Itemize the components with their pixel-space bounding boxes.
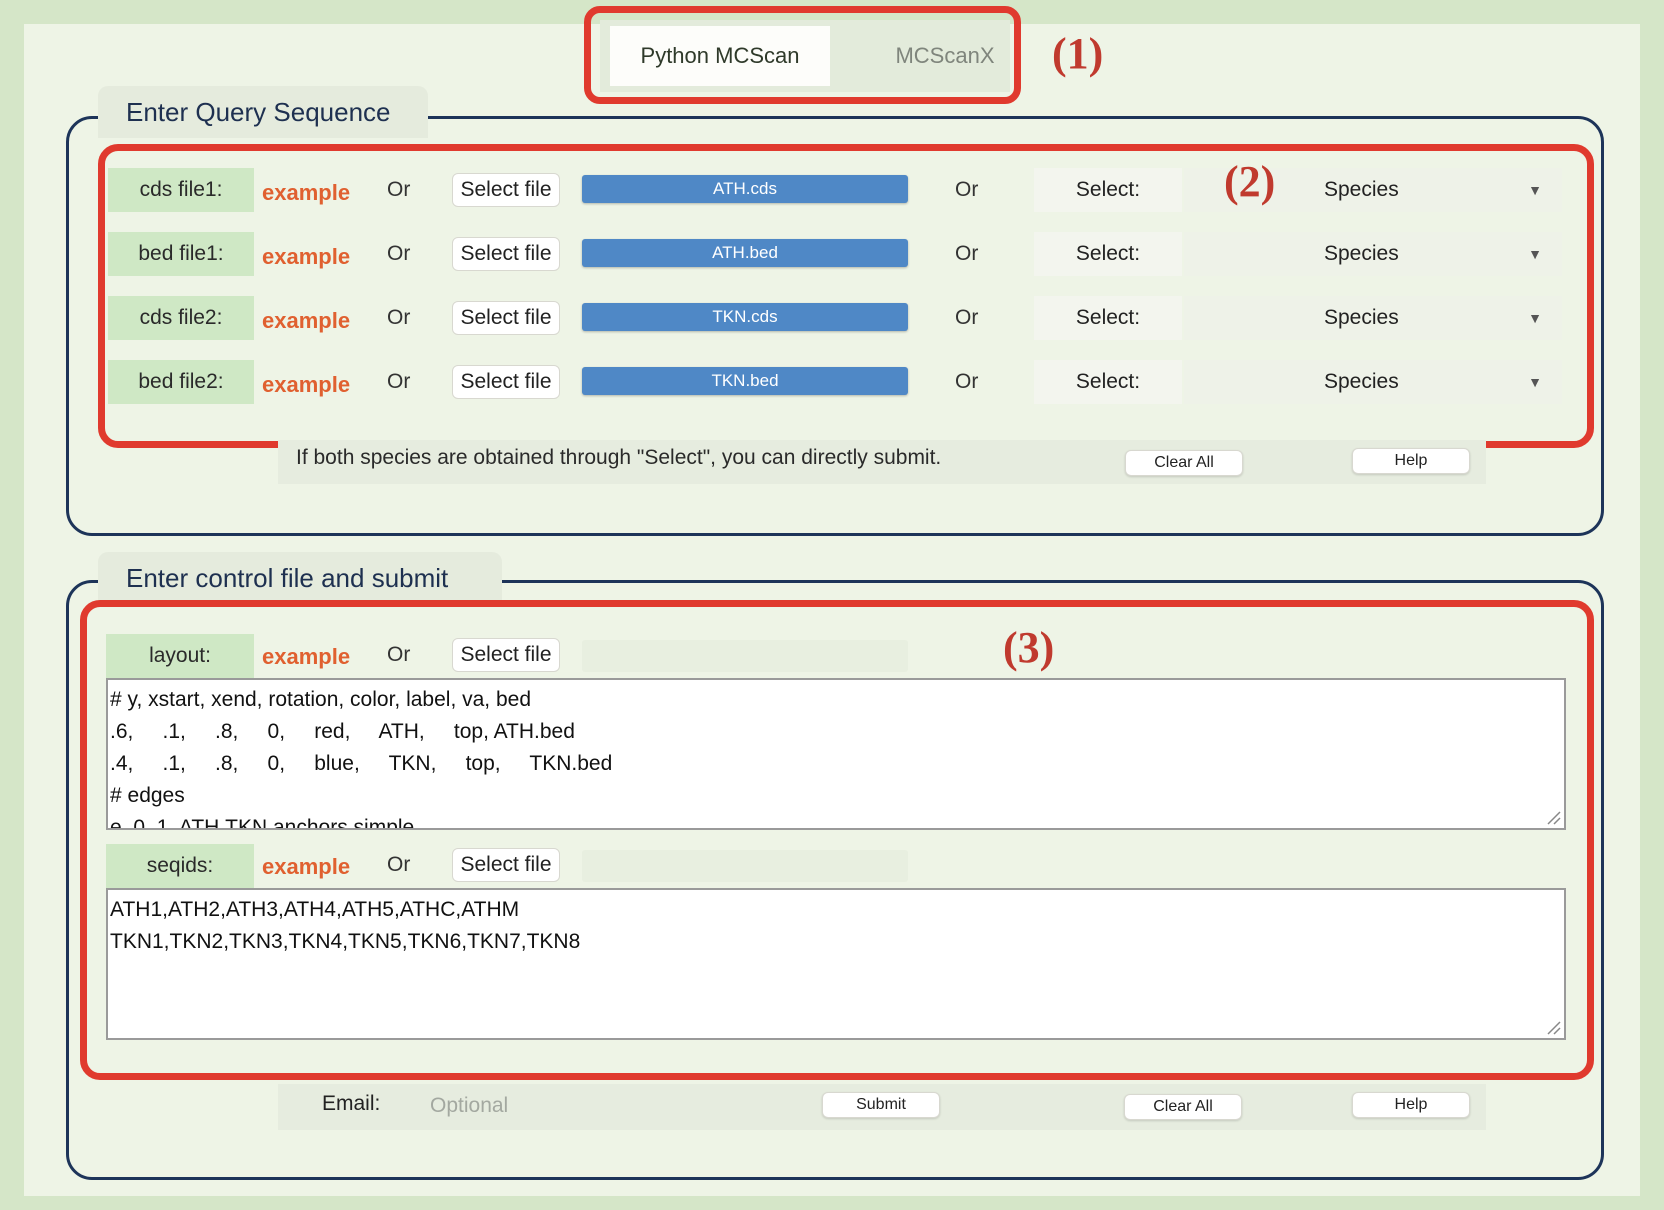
highlight-box-1 xyxy=(584,6,1021,104)
email-label: Email: xyxy=(322,1092,381,1115)
query-clear-all-button[interactable]: Clear All xyxy=(1125,450,1243,476)
control-help-button[interactable]: Help xyxy=(1352,1092,1470,1118)
control-legend: Enter control file and submit xyxy=(98,552,502,604)
control-clear-all-button[interactable]: Clear All xyxy=(1124,1094,1242,1120)
annotation-1: (1) xyxy=(1052,29,1104,78)
highlight-box-2 xyxy=(98,144,1594,448)
query-legend: Enter Query Sequence xyxy=(98,86,428,138)
query-help-button[interactable]: Help xyxy=(1352,448,1470,474)
annotation-2: (2) xyxy=(1224,157,1276,206)
annotation-3: (3) xyxy=(1003,623,1055,672)
query-note: If both species are obtained through "Se… xyxy=(296,446,942,469)
email-input[interactable]: Optional xyxy=(430,1094,730,1118)
highlight-box-3 xyxy=(80,600,1594,1080)
submit-button[interactable]: Submit xyxy=(822,1092,940,1118)
